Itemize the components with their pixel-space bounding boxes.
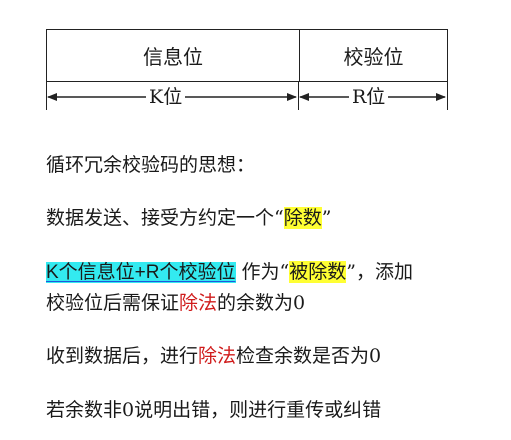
receiver-check-line: 收到数据后，进行除法检查余数是否为0: [46, 343, 381, 369]
remainder-requirement-pre: 校验位后需保证: [46, 292, 180, 314]
division-red-text: 除法: [179, 292, 218, 314]
dividend-mid: 作为“: [235, 261, 290, 283]
error-handling-text: 若余数非0说明出错，则进行重传或纠错: [46, 399, 382, 421]
dividend-highlight: 被除数: [289, 261, 347, 283]
middle-dimension-tick: [298, 82, 299, 110]
divisor-agreement-post: ”: [321, 207, 332, 229]
divisor-agreement-line: 数据发送、接受方约定一个“除数”: [46, 205, 331, 231]
info-bits-label: 信息位: [143, 45, 203, 69]
k-bits-dimension-label: K位: [146, 86, 186, 108]
receiver-check-pre: 收到数据后，进行: [46, 345, 199, 367]
check-bits-cell: 校验位: [300, 30, 447, 81]
right-dimension-tick: [447, 82, 448, 110]
dividend-line: K个信息位+R个校验位 作为“被除数”，添加: [46, 259, 413, 286]
check-bits-label: 校验位: [343, 45, 404, 69]
r-bits-dimension-label: R位: [349, 86, 389, 108]
remainder-requirement-line: 校验位后需保证除法的余数为0: [46, 290, 305, 316]
dividend-post: ”，添加: [346, 261, 413, 283]
left-dimension-tick: [46, 82, 47, 110]
remainder-requirement-post: 的余数为0: [217, 292, 306, 314]
crc-idea-text: 循环冗余校验码的思想：: [46, 154, 256, 176]
receiver-check-post: 检查余数是否为0: [236, 345, 382, 367]
error-handling-line: 若余数非0说明出错，则进行重传或纠错: [46, 397, 381, 423]
info-bits-cell: 信息位: [47, 30, 300, 81]
divisor-agreement-pre: 数据发送、接受方约定一个“: [46, 207, 284, 229]
k-plus-r-bits-highlight: K个信息位+R个校验位: [46, 262, 236, 283]
division-red-text-2: 除法: [198, 345, 237, 367]
divisor-highlight: 除数: [283, 207, 322, 229]
crc-idea-heading: 循环冗余校验码的思想：: [46, 152, 255, 178]
frame-format-table: 信息位 校验位: [46, 29, 448, 82]
